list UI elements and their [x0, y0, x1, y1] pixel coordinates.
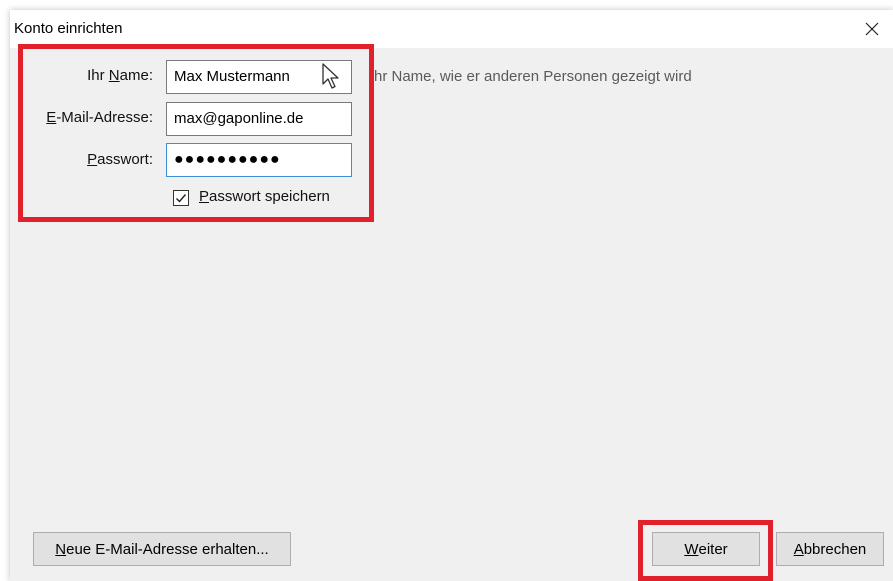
name-hint: hr Name, wie er anderen Personen gezeigt…	[374, 68, 692, 85]
password-input-value: ●●●●●●●●●●	[174, 151, 281, 168]
close-icon	[865, 22, 879, 36]
close-button[interactable]	[851, 10, 893, 48]
save-password-label-rest: asswort speichern	[209, 188, 330, 205]
next-access-key: W	[684, 540, 699, 558]
save-password-access-key: P	[199, 188, 210, 205]
name-input-value: Max Mustermann	[174, 68, 290, 85]
cancel-label: bbrechen	[803, 540, 867, 558]
name-label-rest: ame:	[119, 67, 153, 84]
account-setup-dialog: Konto einrichten Ihr Name: Max Musterman…	[10, 10, 893, 581]
save-password-label[interactable]: Passwort speichern	[199, 188, 330, 205]
email-label: E-Mail-Adresse:	[20, 109, 153, 126]
password-input[interactable]: ●●●●●●●●●●	[166, 143, 352, 177]
email-input-value: max@gaponline.de	[174, 110, 304, 127]
password-label-rest: asswort:	[97, 151, 153, 168]
name-label-access-key: N	[108, 67, 120, 84]
get-new-email-access-key: N	[55, 540, 67, 558]
checkmark-icon	[176, 194, 187, 203]
password-label: Passwort:	[30, 151, 153, 168]
dialog-title: Konto einrichten	[14, 20, 123, 37]
get-new-email-button[interactable]: Neue E-Mail-Adresse erhalten...	[33, 532, 291, 566]
cancel-access-key: A	[793, 540, 804, 558]
mouse-pointer-icon	[322, 63, 339, 89]
name-label: Ihr Name:	[30, 67, 153, 84]
password-label-access-key: P	[87, 151, 98, 168]
name-label-prefix: Ihr	[87, 67, 109, 84]
get-new-email-label: eue E-Mail-Adresse erhalten...	[66, 540, 269, 558]
save-password-checkbox[interactable]	[173, 190, 189, 206]
email-input[interactable]: max@gaponline.de	[166, 102, 352, 136]
email-label-rest: -Mail-Adresse:	[56, 109, 153, 126]
title-bar: Konto einrichten	[10, 10, 893, 48]
next-button[interactable]: Weiter	[652, 532, 760, 566]
next-label: eiter	[698, 540, 728, 558]
cancel-button[interactable]: Abbrechen	[776, 532, 884, 566]
email-label-access-key: E	[46, 109, 57, 126]
